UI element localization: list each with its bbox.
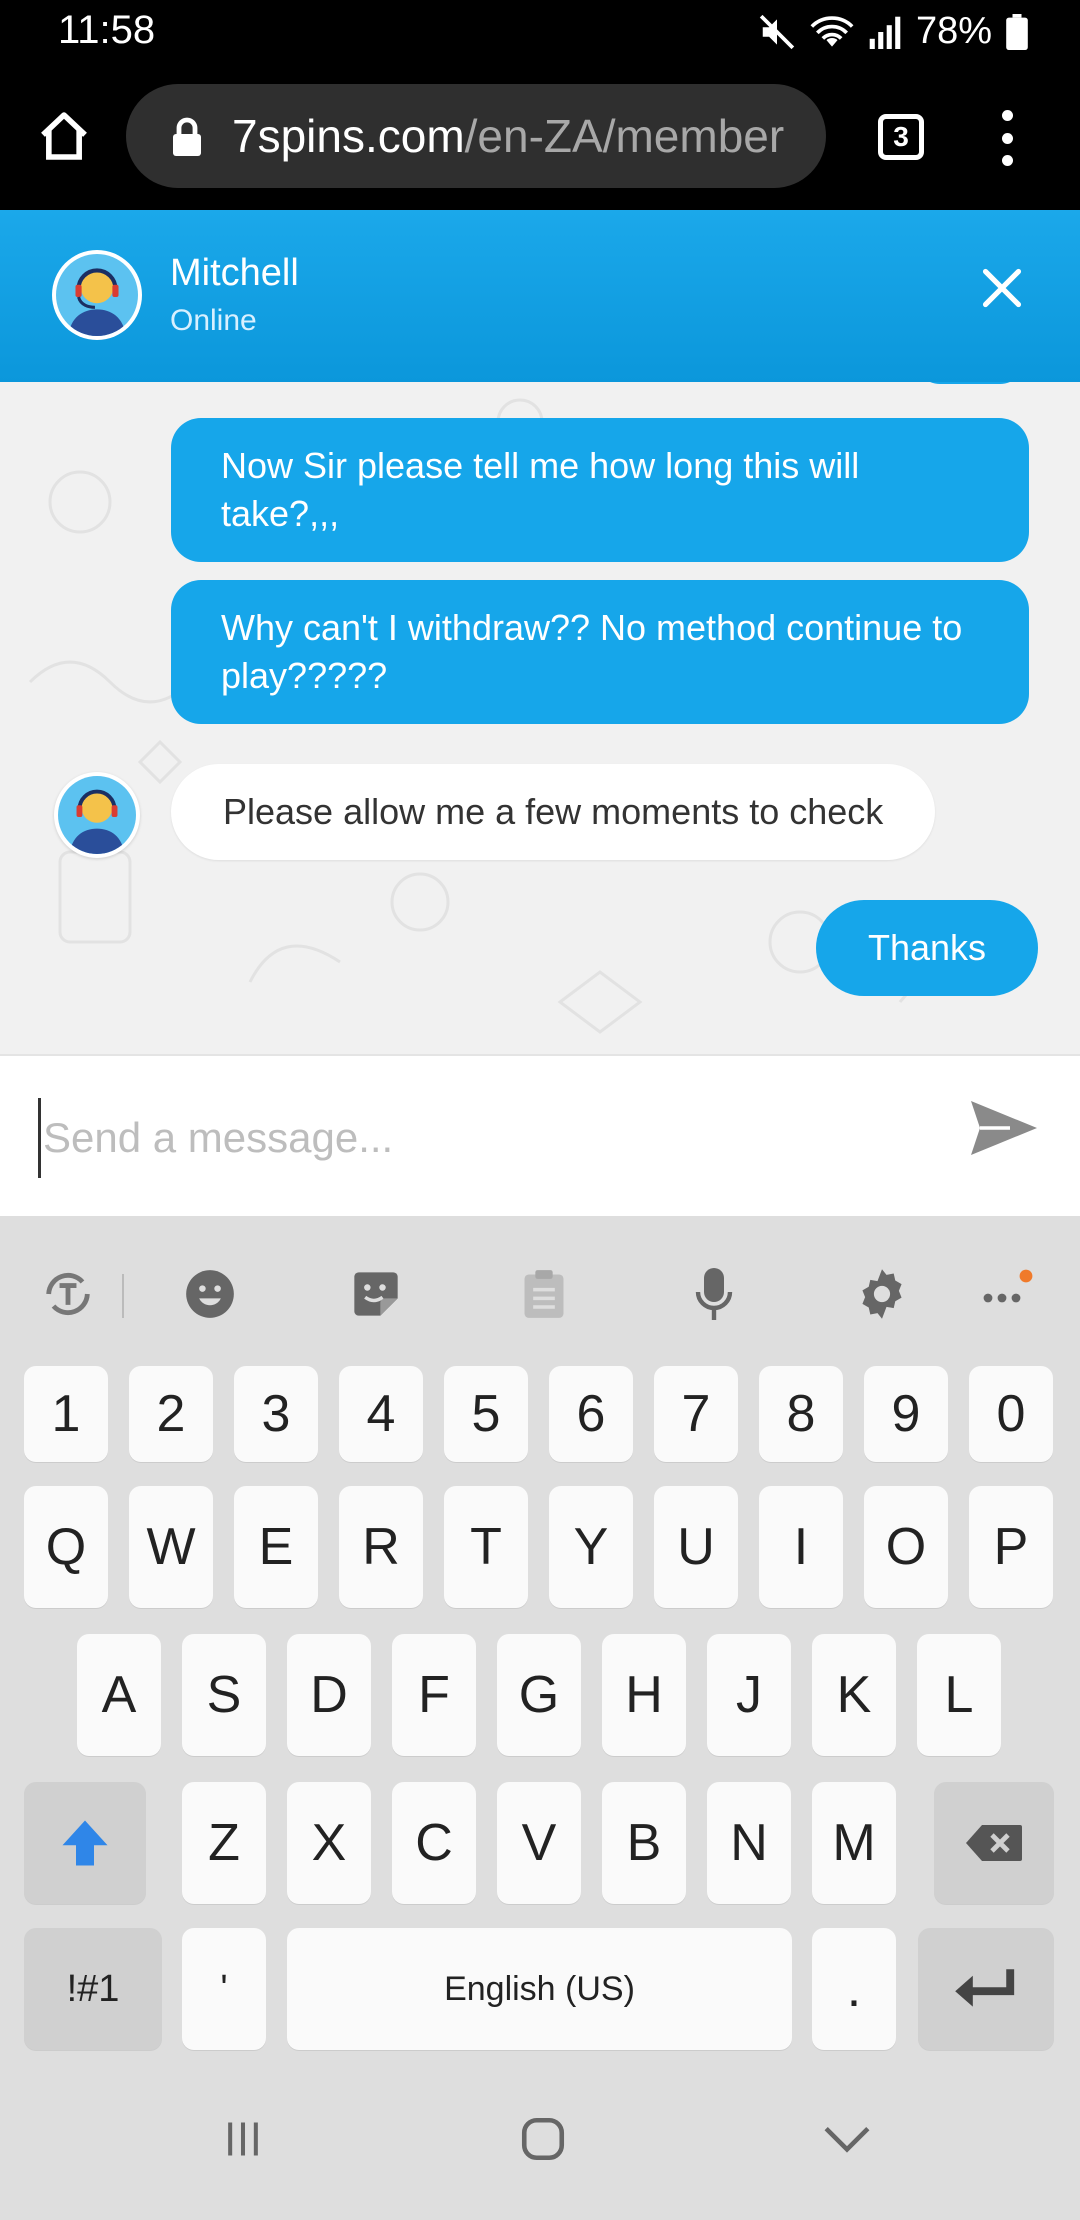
key-j[interactable]: J — [707, 1634, 791, 1756]
browser-toolbar: 7spins.com/en-ZA/member 3 — [0, 68, 1080, 210]
settings-gear-icon[interactable] — [852, 1264, 912, 1324]
hide-keyboard-icon[interactable] — [812, 2104, 882, 2174]
key-6[interactable]: 6 — [549, 1366, 633, 1462]
backspace-key[interactable] — [934, 1782, 1054, 1904]
support-agent-icon — [68, 268, 126, 336]
key-9[interactable]: 9 — [864, 1366, 948, 1462]
sticker-icon[interactable] — [346, 1264, 406, 1324]
key-y[interactable]: Y — [549, 1486, 633, 1608]
key-o[interactable]: O — [864, 1486, 948, 1608]
message-bubble-user: Now Sir please tell me how long this wil… — [171, 418, 1029, 562]
key-h[interactable]: H — [602, 1634, 686, 1756]
key-5[interactable]: 5 — [444, 1366, 528, 1462]
status-bar: 11:58 78% — [0, 0, 1080, 68]
key-p[interactable]: P — [969, 1486, 1053, 1608]
status-icons: 78% — [758, 10, 1028, 53]
key-7[interactable]: 7 — [654, 1366, 738, 1462]
status-time: 11:58 — [58, 8, 156, 52]
screen: 11:58 78% 7spins.com/en-ZA/member 3 Mitc… — [0, 0, 1080, 2220]
space-key[interactable]: English (US) — [287, 1928, 792, 2050]
more-options-icon[interactable] — [976, 1264, 1036, 1324]
microphone-icon[interactable] — [684, 1264, 744, 1324]
key-i[interactable]: I — [759, 1486, 843, 1608]
key-m[interactable]: M — [812, 1782, 896, 1904]
key-u[interactable]: U — [654, 1486, 738, 1608]
tab-switcher-button[interactable]: 3 — [878, 114, 924, 160]
key-0[interactable]: 0 — [969, 1366, 1053, 1462]
lock-icon — [173, 117, 201, 156]
key-r[interactable]: R — [339, 1486, 423, 1608]
close-chat-icon[interactable] — [980, 266, 1024, 310]
signal-icon — [869, 16, 901, 49]
mute-icon — [759, 14, 795, 49]
url-path: /en-ZA/member — [464, 110, 785, 162]
home-nav-icon[interactable] — [508, 2104, 578, 2174]
key-2[interactable]: 2 — [129, 1366, 213, 1462]
symbols-key[interactable]: !#1 — [24, 1928, 162, 2050]
key-k[interactable]: K — [812, 1634, 896, 1756]
key-q[interactable]: Q — [24, 1486, 108, 1608]
translate-icon[interactable] — [38, 1264, 98, 1324]
message-bubble-user: Why can't I withdraw?? No method continu… — [171, 580, 1029, 724]
wifi-icon — [810, 15, 854, 47]
chat-messages[interactable]: Now Sir please tell me how long this wil… — [0, 382, 1080, 1054]
enter-key[interactable] — [918, 1928, 1054, 2050]
support-agent-icon — [69, 789, 125, 854]
key-w[interactable]: W — [129, 1486, 213, 1608]
chat-header: Mitchell Online — [0, 210, 1080, 382]
recent-apps-icon[interactable] — [208, 2104, 278, 2174]
key-z[interactable]: Z — [182, 1782, 266, 1904]
clipboard-icon[interactable] — [514, 1264, 574, 1324]
home-icon[interactable] — [36, 108, 92, 164]
shift-arrow-icon — [62, 1820, 108, 1866]
key-4[interactable]: 4 — [339, 1366, 423, 1462]
key-f[interactable]: F — [392, 1634, 476, 1756]
key-t[interactable]: T — [444, 1486, 528, 1608]
key-b[interactable]: B — [602, 1782, 686, 1904]
key-x[interactable]: X — [287, 1782, 371, 1904]
key-a[interactable]: A — [77, 1634, 161, 1756]
key-n[interactable]: N — [707, 1782, 791, 1904]
toolbar-divider — [122, 1274, 124, 1318]
browser-menu-button[interactable] — [992, 110, 1022, 166]
agent-name: Mitchell — [170, 252, 299, 294]
message-input[interactable] — [38, 1098, 918, 1178]
address-bar[interactable]: 7spins.com/en-ZA/member — [126, 84, 826, 188]
key-l[interactable]: L — [917, 1634, 1001, 1756]
url-domain: 7spins.com — [232, 110, 465, 162]
key-g[interactable]: G — [497, 1634, 581, 1756]
key-3[interactable]: 3 — [234, 1366, 318, 1462]
backspace-icon — [966, 1825, 1022, 1861]
agent-status: Online — [170, 304, 257, 337]
battery-percent: 78% — [915, 10, 992, 52]
key-d[interactable]: D — [287, 1634, 371, 1756]
emoji-icon[interactable] — [180, 1264, 240, 1324]
period-key[interactable]: . — [812, 1928, 896, 2050]
key-c[interactable]: C — [392, 1782, 476, 1904]
enter-icon — [955, 1969, 1015, 2007]
agent-message-avatar — [54, 772, 140, 858]
key-8[interactable]: 8 — [759, 1366, 843, 1462]
battery-icon — [1006, 13, 1028, 50]
send-icon[interactable] — [968, 1098, 1040, 1158]
apostrophe-key[interactable]: ' — [182, 1928, 266, 2050]
shift-key[interactable] — [24, 1782, 146, 1904]
agent-avatar — [52, 250, 142, 340]
message-bubble-user: Thanks — [816, 900, 1039, 996]
key-s[interactable]: S — [182, 1634, 266, 1756]
key-v[interactable]: V — [497, 1782, 581, 1904]
keyboard: 1 2 3 4 5 6 7 8 9 0 Q W E R T Y U I O P … — [0, 1216, 1080, 2054]
key-1[interactable]: 1 — [24, 1366, 108, 1462]
system-nav-bar — [0, 2054, 1080, 2220]
key-e[interactable]: E — [234, 1486, 318, 1608]
message-composer — [0, 1054, 1080, 1216]
message-bubble-agent: Please allow me a few moments to check — [171, 764, 936, 860]
keyboard-toolbar — [0, 1216, 1080, 1366]
